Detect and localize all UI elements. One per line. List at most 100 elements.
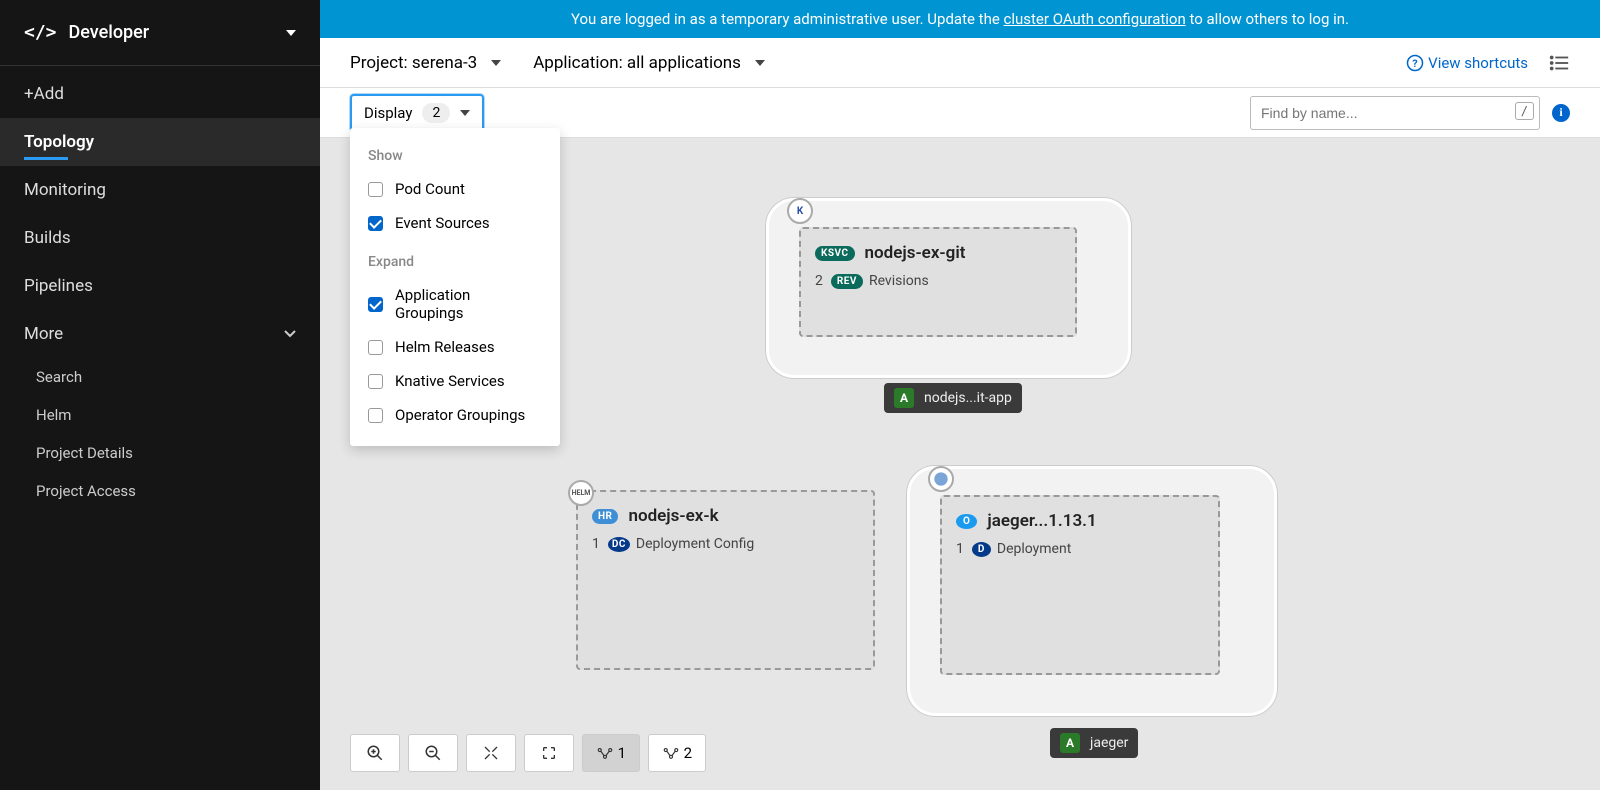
node-title: nodejs-ex-k: [628, 506, 718, 526]
sidebar-item-builds[interactable]: Builds: [0, 214, 320, 262]
node-title-row: O jaeger...1.13.1: [942, 497, 1218, 537]
deployment-label: Deployment: [997, 541, 1071, 557]
app-label-nodejs[interactable]: A nodejs...it-app: [884, 383, 1022, 413]
dc-badge: DC: [608, 537, 630, 552]
reset-view-button[interactable]: [524, 734, 574, 772]
display-options-dropdown: Show Pod Count Event Sources Expand Appl…: [350, 128, 560, 446]
main: You are logged in as a temporary adminis…: [320, 0, 1600, 790]
sidebar-item-pipelines[interactable]: Pipelines: [0, 262, 320, 310]
layout-2-button[interactable]: 2: [648, 734, 706, 772]
checkbox-event-sources[interactable]: [368, 216, 383, 231]
display-count: 2: [422, 103, 450, 123]
sidebar-item-monitoring[interactable]: Monitoring: [0, 166, 320, 214]
app-badge-icon: A: [894, 388, 914, 408]
fit-to-screen-button[interactable]: [466, 734, 516, 772]
banner-oauth-link[interactable]: cluster OAuth configuration: [1004, 10, 1186, 28]
app-badge-icon: A: [1060, 733, 1080, 753]
option-label: Knative Services: [395, 372, 505, 390]
search-box: /: [1250, 96, 1540, 130]
view-shortcuts-link[interactable]: ? View shortcuts: [1406, 54, 1528, 72]
code-icon: </>: [24, 22, 57, 43]
sidebar-item-helm[interactable]: Helm: [12, 396, 320, 434]
sidebar-item-more[interactable]: More: [0, 310, 320, 358]
project-value: serena-3: [412, 53, 477, 73]
sidebar-more-label: More: [24, 324, 63, 344]
operator-badge: O: [956, 514, 977, 529]
shortcuts-label: View shortcuts: [1428, 54, 1528, 72]
dc-count: 1: [592, 536, 600, 552]
perspective-switcher[interactable]: </> Developer: [0, 0, 320, 66]
dc-label: Deployment Config: [636, 536, 754, 552]
application-selector[interactable]: Application: all applications: [533, 53, 765, 73]
sidebar-more-submenu: Search Helm Project Details Project Acce…: [0, 358, 320, 510]
d-badge: D: [972, 542, 991, 557]
node-sub-row: 1 DC Deployment Config: [578, 532, 873, 556]
zoom-controls: 1 2: [350, 734, 706, 772]
search-input[interactable]: [1250, 96, 1540, 130]
zoom-out-button[interactable]: [408, 734, 458, 772]
option-application-groupings[interactable]: Application Groupings: [350, 278, 560, 330]
option-event-sources[interactable]: Event Sources: [350, 206, 560, 240]
hr-badge: HR: [592, 509, 618, 524]
option-label: Event Sources: [395, 214, 490, 232]
group-jaeger[interactable]: O jaeger...1.13.1 1 D Deployment: [907, 466, 1277, 716]
deployment-count: 1: [956, 541, 964, 557]
info-icon[interactable]: i: [1552, 104, 1570, 122]
node-sub-row: 1 D Deployment: [942, 537, 1218, 561]
option-pod-count[interactable]: Pod Count: [350, 172, 560, 206]
caret-down-icon: [460, 110, 470, 116]
option-label: Helm Releases: [395, 338, 495, 356]
checkbox-knative-services[interactable]: [368, 374, 383, 389]
option-helm-releases[interactable]: Helm Releases: [350, 330, 560, 364]
show-header: Show: [350, 144, 560, 172]
banner-text-after: to allow others to log in.: [1186, 10, 1349, 28]
sidebar-item-project-access[interactable]: Project Access: [12, 472, 320, 510]
caret-down-icon: [491, 60, 501, 66]
option-knative-services[interactable]: Knative Services: [350, 364, 560, 398]
revision-label: Revisions: [869, 273, 929, 289]
sidebar-item-project-details[interactable]: Project Details: [12, 434, 320, 472]
sidebar-nav: +Add Topology Monitoring Builds Pipeline…: [0, 66, 320, 510]
operator-badge-icon: [928, 466, 954, 492]
checkbox-pod-count[interactable]: [368, 182, 383, 197]
helm-badge-icon: HELM: [568, 480, 594, 506]
application-label: Application:: [533, 53, 623, 73]
search-shortcut-key: /: [1515, 102, 1534, 120]
display-label: Display: [364, 104, 412, 122]
app-label-text: jaeger: [1090, 735, 1128, 751]
checkbox-helm-releases[interactable]: [368, 340, 383, 355]
login-banner: You are logged in as a temporary adminis…: [320, 0, 1600, 38]
option-operator-groupings[interactable]: Operator Groupings: [350, 398, 560, 432]
help-icon: ?: [1406, 54, 1424, 72]
node-jaeger[interactable]: O jaeger...1.13.1 1 D Deployment: [940, 495, 1220, 675]
node-title-row: KSVC nodejs-ex-git: [801, 229, 1075, 269]
project-label: Project:: [350, 53, 408, 73]
application-value: all applications: [627, 53, 741, 73]
svg-text:?: ?: [1413, 56, 1418, 69]
sidebar: </> Developer +Add Topology Monitoring B…: [0, 0, 320, 790]
option-label: Pod Count: [395, 180, 465, 198]
node-nodejs-ex-git[interactable]: KSVC nodejs-ex-git 2 REV Revisions: [799, 227, 1077, 337]
app-label-jaeger[interactable]: A jaeger: [1050, 728, 1138, 758]
sidebar-item-add[interactable]: +Add: [0, 70, 320, 118]
sidebar-item-topology[interactable]: Topology: [0, 118, 320, 166]
project-selector[interactable]: Project: serena-3: [350, 53, 501, 73]
revision-count: 2: [815, 273, 823, 289]
expand-header: Expand: [350, 250, 560, 278]
layout-1-button[interactable]: 1: [582, 734, 640, 772]
display-options-button[interactable]: Display 2: [350, 94, 484, 132]
layout-2-label: 2: [684, 744, 692, 762]
knative-badge-icon: K: [787, 198, 813, 224]
project-toolbar: Project: serena-3 Application: all appli…: [320, 38, 1600, 88]
checkbox-application-groupings[interactable]: [368, 297, 383, 312]
list-view-toggle[interactable]: [1548, 52, 1570, 74]
sidebar-item-search[interactable]: Search: [12, 358, 320, 396]
zoom-in-button[interactable]: [350, 734, 400, 772]
node-nodejs-ex-k[interactable]: HELM HR nodejs-ex-k 1 DC Deployment Conf…: [576, 490, 875, 670]
caret-down-icon: [286, 30, 296, 36]
group-nodejs-app[interactable]: K KSVC nodejs-ex-git 2 REV Revisions: [766, 198, 1131, 378]
rev-badge: REV: [831, 274, 863, 289]
checkbox-operator-groupings[interactable]: [368, 408, 383, 423]
chevron-down-icon: [284, 330, 296, 338]
node-title: nodejs-ex-git: [865, 243, 966, 263]
